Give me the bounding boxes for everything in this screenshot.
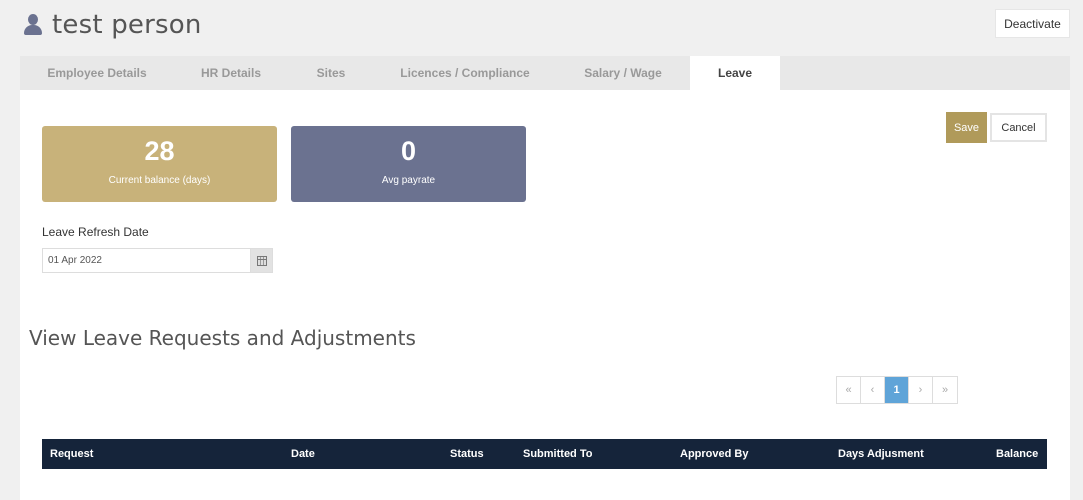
leave-refresh-date-label: Leave Refresh Date: [42, 225, 149, 239]
calendar-icon: [256, 255, 267, 266]
column-approved-by[interactable]: Approved By: [680, 439, 748, 469]
tab-hr-details[interactable]: HR Details: [174, 56, 288, 90]
save-button[interactable]: Save: [946, 112, 987, 143]
leave-requests-title: View Leave Requests and Adjustments: [29, 326, 416, 350]
avg-payrate-value: 0: [400, 136, 417, 166]
column-balance[interactable]: Balance: [996, 439, 1038, 469]
pagination-prev[interactable]: ‹: [861, 377, 885, 403]
pagination-first[interactable]: «: [837, 377, 861, 403]
leave-panel: 28 Current balance (days) 0 Avg payrate …: [20, 90, 1070, 500]
avg-payrate-label: Avg payrate: [381, 175, 436, 186]
column-days-adjustment[interactable]: Days Adjusment: [838, 439, 924, 469]
current-balance-card: 28 Current balance (days): [42, 126, 277, 202]
user-icon: [24, 14, 42, 36]
column-submitted-to[interactable]: Submitted To: [523, 439, 592, 469]
leave-refresh-date-input[interactable]: [43, 249, 250, 272]
avg-payrate-card: 0 Avg payrate: [291, 126, 526, 202]
column-date[interactable]: Date: [291, 439, 315, 469]
page-header: test person: [24, 10, 202, 40]
pagination-next[interactable]: ›: [909, 377, 933, 403]
column-request[interactable]: Request: [50, 439, 93, 469]
column-status[interactable]: Status: [450, 439, 484, 469]
cancel-button[interactable]: Cancel: [990, 113, 1047, 142]
pagination-last[interactable]: »: [933, 377, 957, 403]
tab-leave[interactable]: Leave: [690, 56, 780, 90]
deactivate-button[interactable]: Deactivate: [995, 9, 1070, 38]
tab-employee-details[interactable]: Employee Details: [20, 56, 174, 90]
leave-refresh-date-picker: [42, 248, 273, 273]
pagination: « ‹ 1 › »: [836, 376, 958, 404]
tab-licences-compliance[interactable]: Licences / Compliance: [374, 56, 556, 90]
tab-salary-wage[interactable]: Salary / Wage: [556, 56, 690, 90]
tab-sites[interactable]: Sites: [288, 56, 374, 90]
leave-table-header: Request Date Status Submitted To Approve…: [42, 439, 1047, 469]
current-balance-value: 28: [144, 136, 175, 166]
calendar-button[interactable]: [250, 249, 272, 272]
tab-bar: Employee Details HR Details Sites Licenc…: [20, 56, 1070, 90]
page-title: test person: [52, 10, 202, 40]
pagination-page-1[interactable]: 1: [885, 377, 909, 403]
current-balance-label: Current balance (days): [108, 175, 211, 186]
